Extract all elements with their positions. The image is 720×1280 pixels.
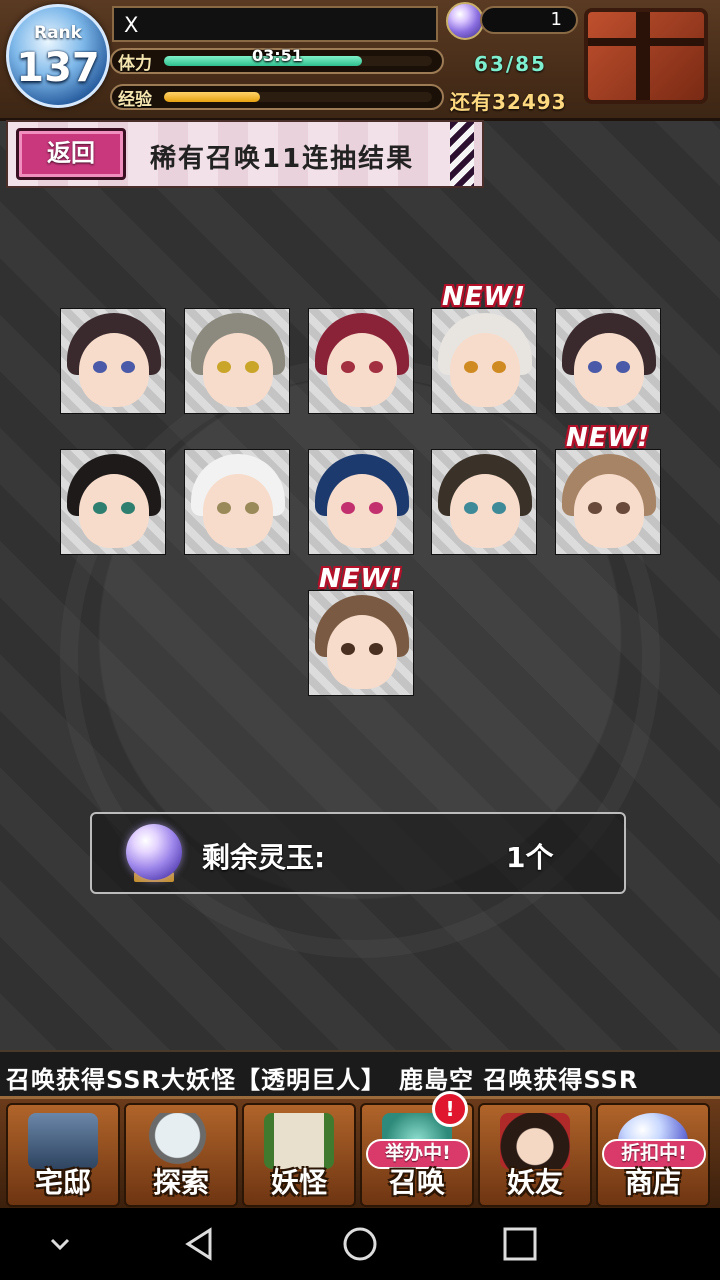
alert-badge: !: [432, 1091, 468, 1127]
bottom-nav: 宅邸 探索 妖怪 举办中! ! 召唤 妖友 折扣中! 商店: [0, 1091, 720, 1211]
portrait-eye: [464, 502, 478, 514]
status-bar: Rank 137 X 体力 03:51 经验 1 63/85 还有32493: [0, 0, 720, 121]
portrait-eye: [245, 361, 259, 373]
portrait-eye: [369, 502, 383, 514]
portrait-eye: [121, 361, 135, 373]
portrait-face: [574, 333, 644, 407]
page-title: 稀有召唤11连抽结果: [150, 144, 415, 174]
nav-shop[interactable]: 折扣中! 商店: [596, 1103, 710, 1207]
exp-label: 经验: [118, 90, 152, 110]
shikigami-card[interactable]: [308, 590, 414, 696]
page-header: 返回 稀有召唤11连抽结果: [6, 120, 484, 188]
portrait-face: [450, 333, 520, 407]
nav-label: 妖怪: [270, 1166, 327, 1199]
back-icon[interactable]: [180, 1226, 220, 1262]
exp-remaining: 还有32493: [450, 90, 567, 114]
portrait-face: [203, 333, 273, 407]
portrait-eye: [245, 502, 259, 514]
shikigami-card[interactable]: [184, 449, 290, 555]
portrait-eye: [492, 502, 506, 514]
shikigami-card[interactable]: [60, 449, 166, 555]
news-ticker: 召唤获得SSR大妖怪【透明巨人】 鹿島空 召唤获得SSR: [0, 1050, 720, 1098]
nav-label: 商店: [624, 1166, 681, 1199]
portrait-eye: [121, 502, 135, 514]
remaining-orbs-label: 剩余灵玉:: [202, 841, 326, 874]
portrait-eye: [217, 361, 231, 373]
shikigami-card[interactable]: [308, 308, 414, 414]
portrait-eye: [341, 502, 355, 514]
remaining-orbs-count: 1个: [506, 841, 554, 874]
rank-value: 137: [16, 45, 100, 91]
portrait-face: [327, 474, 397, 548]
exp-track: [164, 92, 432, 102]
new-badge: NEW!: [441, 282, 527, 312]
nav-explore[interactable]: 探索: [124, 1103, 238, 1207]
stamina-value: 63/85: [474, 52, 547, 76]
portrait-eye: [588, 502, 602, 514]
shikigami-card[interactable]: [60, 308, 166, 414]
portrait-eye: [369, 361, 383, 373]
nav-label: 妖友: [506, 1166, 563, 1199]
orb-count-box[interactable]: 1: [480, 6, 578, 34]
player-name-box[interactable]: X: [112, 6, 438, 42]
back-button[interactable]: 返回: [16, 128, 126, 180]
recents-icon[interactable]: [500, 1226, 540, 1262]
portrait-eye: [616, 361, 630, 373]
portrait-eye: [588, 361, 602, 373]
new-badge: NEW!: [565, 423, 651, 453]
portrait-eye: [369, 643, 383, 655]
portrait-eye: [217, 502, 231, 514]
portrait-face: [327, 333, 397, 407]
portrait-eye: [492, 361, 506, 373]
stamina-bar: 体力 03:51: [110, 46, 444, 74]
orb-count: 1: [550, 9, 562, 30]
shikigami-card[interactable]: [555, 449, 661, 555]
nav-summon[interactable]: 举办中! ! 召唤: [360, 1091, 474, 1207]
rank-label: Rank: [34, 23, 82, 43]
portrait-eye: [616, 502, 630, 514]
portrait-eye: [93, 361, 107, 373]
collapse-icon[interactable]: [40, 1226, 80, 1262]
portrait-face: [203, 474, 273, 548]
home-icon[interactable]: [340, 1226, 380, 1262]
exp-bar: 经验: [110, 84, 444, 110]
nav-friends[interactable]: 妖友: [478, 1103, 592, 1207]
portrait-face: [79, 333, 149, 407]
portrait-eye: [341, 643, 355, 655]
system-nav-bar: [0, 1208, 720, 1280]
remaining-orbs-panel: 剩余灵玉: 1个: [90, 812, 626, 894]
shikigami-card[interactable]: [555, 308, 661, 414]
spirit-orb-icon: [126, 824, 182, 880]
player-name: X: [124, 13, 139, 37]
nav-yokai[interactable]: 妖怪: [242, 1103, 356, 1207]
portrait-eye: [341, 361, 355, 373]
treasure-chest-icon[interactable]: [584, 8, 708, 104]
shikigami-card[interactable]: [184, 308, 290, 414]
spirit-orb-icon: [446, 2, 484, 40]
stamina-label: 体力: [118, 54, 152, 74]
portrait-face: [327, 615, 397, 689]
nav-mansion[interactable]: 宅邸: [6, 1103, 120, 1207]
shikigami-card[interactable]: [431, 308, 537, 414]
rank-badge[interactable]: Rank 137: [6, 4, 110, 108]
header-decoration: [450, 122, 474, 186]
portrait-face: [450, 474, 520, 548]
new-badge: NEW!: [318, 564, 404, 594]
nav-label: 召唤: [388, 1166, 445, 1199]
ticker-text: 召唤获得SSR大妖怪【透明巨人】 鹿島空 召唤获得SSR: [6, 1066, 639, 1094]
portrait-eye: [464, 361, 478, 373]
portrait-eye: [93, 502, 107, 514]
exp-fill: [164, 92, 261, 102]
stamina-timer: 03:51: [252, 46, 303, 65]
shikigami-card[interactable]: [308, 449, 414, 555]
portrait-face: [574, 474, 644, 548]
nav-label: 宅邸: [34, 1166, 91, 1199]
nav-label: 探索: [152, 1166, 209, 1199]
shikigami-card[interactable]: [431, 449, 537, 555]
portrait-face: [79, 474, 149, 548]
